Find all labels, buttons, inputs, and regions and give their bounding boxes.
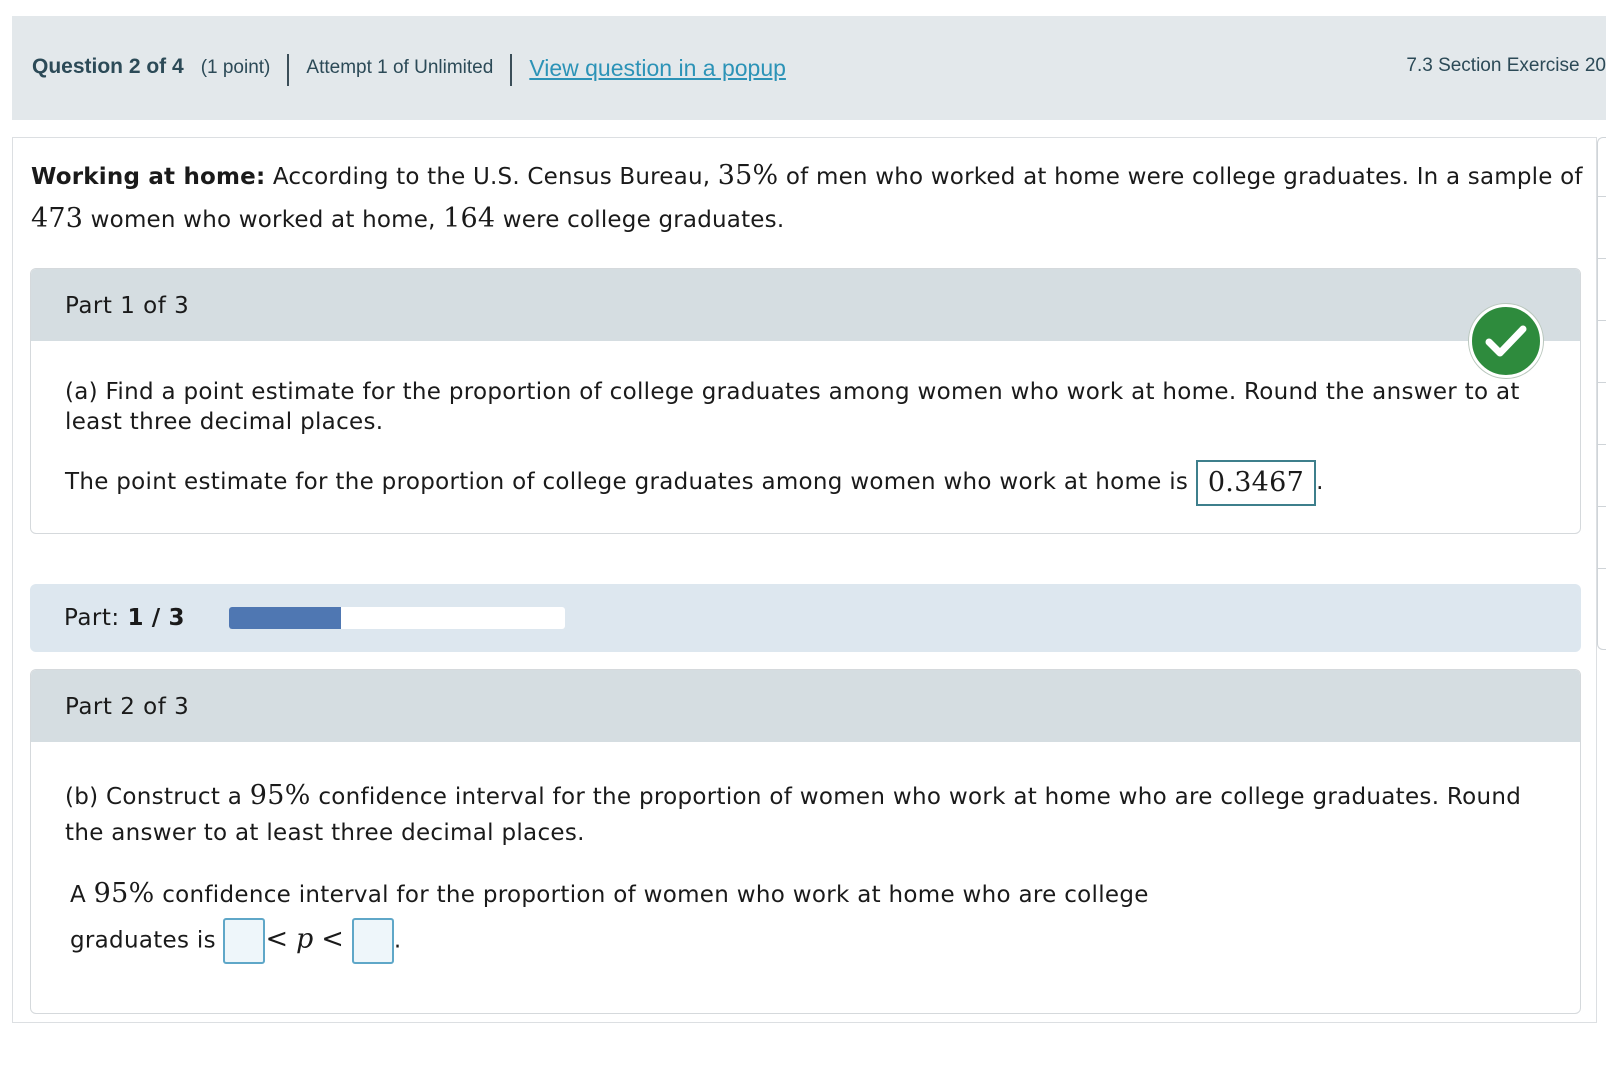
progress-current: 1 (127, 605, 144, 631)
lower-bound-input[interactable] (223, 918, 266, 964)
attempt-counter: Attempt 1 of Unlimited (306, 57, 494, 78)
progress-fill (229, 607, 341, 629)
q-prefix: (b) Construct a (65, 784, 243, 810)
problem-statement: Working at home: According to the U.S. C… (31, 155, 1586, 241)
question-header: Question 2 of 4 (1 point) Attempt 1 of U… (12, 16, 1606, 120)
part-1-answer-line: The point estimate for the proportion of… (65, 457, 1546, 507)
part-2-panel: Part 2 of 3 (b) Construct a 95% confiden… (30, 669, 1581, 1014)
progress-word: Part: (64, 605, 120, 631)
side-panel-edge[interactable] (1597, 137, 1606, 650)
part-1-panel: Part 1 of 3 (a) Find a point estimate fo… (30, 268, 1581, 534)
question-points: (1 point) (200, 57, 271, 78)
variable-p: p (296, 923, 314, 955)
view-popup-link[interactable]: View question in a popup (529, 55, 786, 82)
progress-separator: / (151, 605, 161, 631)
intro-text: According to the U.S. Census Bureau, (272, 164, 711, 190)
answer-suffix: . (1316, 469, 1324, 495)
intro-text: of men who worked at home were college g… (785, 164, 1583, 190)
progress-label: Part: 1 / 3 (64, 605, 185, 631)
sample-size: 473 (31, 203, 84, 234)
less-than-symbol: < (321, 923, 345, 955)
part-2-title: Part 2 of 3 (31, 670, 1580, 742)
men-percent: 35% (717, 160, 779, 191)
less-than-symbol: < (265, 923, 289, 955)
header-divider (510, 54, 513, 86)
answer-prefix: The point estimate for the proportion of… (65, 469, 1189, 495)
part-1-question: (a) Find a point estimate for the propor… (65, 379, 1520, 435)
header-divider (287, 54, 290, 86)
progress-total: 3 (168, 605, 186, 631)
part-progress: Part: 1 / 3 (30, 584, 1581, 652)
a-mid: confidence interval for the proportion o… (162, 882, 1149, 908)
upper-bound-input[interactable] (351, 918, 394, 964)
confidence-level: 95% (249, 780, 311, 811)
confidence-level: 95% (93, 878, 155, 909)
period: . (393, 927, 402, 954)
a-prefix: A (70, 882, 87, 908)
correct-checkmark-icon (1469, 304, 1543, 378)
point-estimate-answer[interactable]: 0.3467 (1195, 459, 1317, 506)
section-label: 7.3 Section Exercise 20 (1406, 55, 1606, 76)
intro-text: were college graduates. (502, 207, 785, 233)
a-line2: graduates is (70, 927, 216, 954)
intro-text: women who worked at home, (90, 207, 436, 233)
part-2-answer: A 95% confidence interval for the propor… (65, 873, 1546, 964)
problem-label: Working at home: (31, 164, 266, 190)
part-2-question: (b) Construct a 95% confidence interval … (65, 778, 1546, 851)
progress-track (229, 607, 565, 629)
question-number: Question 2 of 4 (32, 55, 184, 78)
graduate-count: 164 (443, 203, 496, 234)
part-1-title: Part 1 of 3 (31, 269, 1580, 341)
